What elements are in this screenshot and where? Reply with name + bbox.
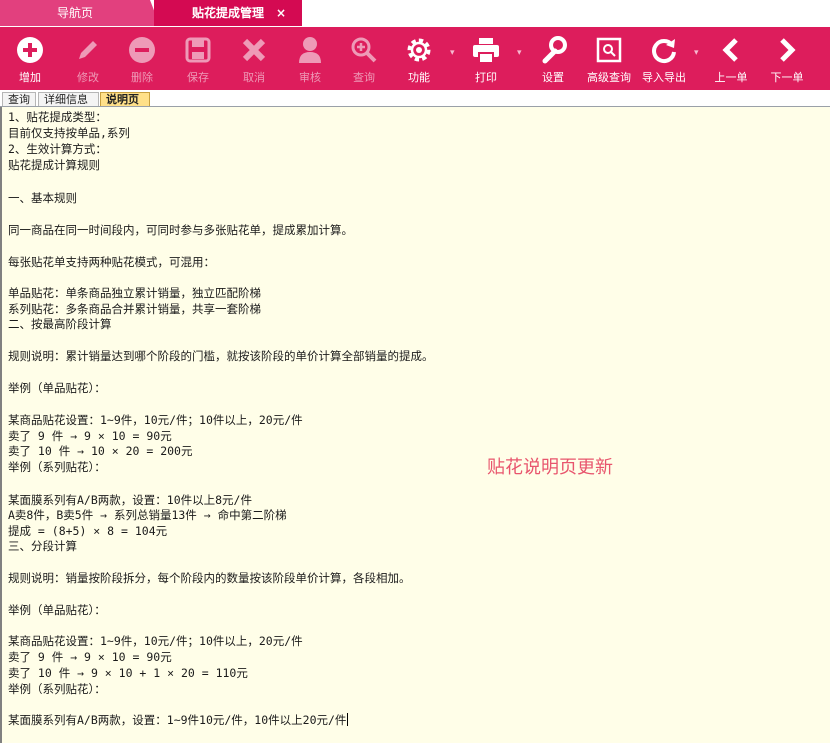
tab-details[interactable]: 详细信息 bbox=[38, 92, 99, 106]
close-tab-icon[interactable]: × bbox=[276, 0, 286, 26]
add-button[interactable]: 增加 bbox=[8, 27, 52, 90]
minus-circle-icon bbox=[120, 33, 164, 67]
description-line: 每张贴花单支持两种贴花模式，可混用： bbox=[8, 255, 215, 269]
chevron-left-icon bbox=[708, 33, 754, 67]
description-line: 规则说明：销量按阶段拆分，每个阶段内的数量按该阶段单价计算，各段相加。 bbox=[8, 571, 411, 585]
floppy-disk-icon bbox=[176, 33, 220, 67]
settings-button-label: 设置 bbox=[542, 71, 564, 84]
advanced-query-button-label: 高级查询 bbox=[587, 71, 631, 84]
tab-query[interactable]: 查询 bbox=[2, 92, 36, 106]
description-line: 同一商品在同一时间段内，可同时参与多张贴花单，提成累加计算。 bbox=[8, 223, 353, 237]
description-line: A卖8件，B卖5件 → 系列总销量13件 → 命中第二阶梯 bbox=[8, 508, 287, 522]
previous-button-label: 上一单 bbox=[714, 71, 748, 84]
description-line: 贴花提成计算规则 bbox=[8, 158, 100, 172]
print-button-label: 打印 bbox=[475, 71, 497, 84]
tab-decal-commission-management[interactable]: 贴花提成管理 × bbox=[154, 0, 302, 26]
printer-icon bbox=[462, 33, 510, 67]
plus-circle-icon bbox=[8, 33, 52, 67]
tab-details-label: 详细信息 bbox=[44, 93, 88, 106]
previous-button[interactable]: 上一单 bbox=[708, 27, 754, 90]
update-notice-text: 贴花说明页更新 bbox=[487, 457, 613, 478]
text-cursor bbox=[347, 713, 349, 726]
image-search-icon bbox=[584, 33, 634, 67]
gear-icon bbox=[396, 33, 442, 67]
function-dropdown-icon[interactable]: ▾ bbox=[450, 48, 456, 58]
function-button[interactable]: 功能 bbox=[396, 27, 442, 90]
tab-label: 贴花提成管理 bbox=[191, 6, 264, 20]
chevron-right-icon bbox=[764, 33, 810, 67]
description-text-editor[interactable]: 贴花说明页更新 1、贴花提成类型： 目前仅支持按单品,系列 2、生效计算方式： 贴花提… bbox=[0, 107, 830, 743]
description-line: 某商品贴花设置：1~9件，10元/件；10件以上，20元/件 bbox=[8, 413, 303, 427]
import-export-button[interactable]: 导入导出 bbox=[640, 27, 688, 90]
user-icon bbox=[288, 33, 332, 67]
main-toolbar: 增加 修改 删除 保存 取消 审核 查询 功能 ▾ 打印 ▾ 设置 高级查询 导… bbox=[0, 27, 830, 90]
refresh-icon bbox=[640, 33, 688, 67]
description-line: 举例（系列贴花）： bbox=[8, 682, 106, 696]
import-export-dropdown-icon[interactable]: ▾ bbox=[694, 48, 700, 58]
tab-label: 导航页 bbox=[56, 6, 93, 20]
description-line: 卖了 10 件 → 10 × 20 = 200元 bbox=[8, 444, 193, 458]
next-button[interactable]: 下一单 bbox=[764, 27, 810, 90]
description-line: 举例（系列贴花）： bbox=[8, 460, 106, 474]
advanced-query-button[interactable]: 高级查询 bbox=[584, 27, 634, 90]
tab-description-page[interactable]: 说明页 bbox=[100, 92, 150, 106]
description-line: 二、按最高阶段计算 bbox=[8, 317, 112, 331]
save-button[interactable]: 保存 bbox=[176, 27, 220, 90]
description-line: 某面膜系列有A/B两款，设置：1~9件10元/件，10件以上20元/件 bbox=[8, 713, 349, 727]
description-line: 目前仅支持按单品,系列 bbox=[8, 126, 130, 140]
description-line: 提成 = (8+5) × 8 = 104元 bbox=[8, 524, 168, 538]
audit-button[interactable]: 审核 bbox=[288, 27, 332, 90]
next-button-label: 下一单 bbox=[770, 71, 804, 84]
print-dropdown-icon[interactable]: ▾ bbox=[517, 48, 523, 58]
description-line: 1、贴花提成类型： bbox=[8, 110, 107, 124]
description-line: 三、分段计算 bbox=[8, 539, 77, 553]
edit-button-label: 修改 bbox=[77, 71, 99, 84]
description-line: 某商品贴花设置：1~9件，10元/件；10件以上，20元/件 bbox=[8, 634, 303, 648]
save-button-label: 保存 bbox=[187, 71, 209, 84]
query-button[interactable]: 查询 bbox=[342, 27, 386, 90]
wrench-icon bbox=[530, 33, 576, 67]
x-mark-icon bbox=[232, 33, 276, 67]
cancel-button[interactable]: 取消 bbox=[232, 27, 276, 90]
audit-button-label: 审核 bbox=[299, 71, 321, 84]
add-button-label: 增加 bbox=[19, 71, 41, 84]
tab-description-label: 说明页 bbox=[106, 93, 139, 106]
description-line: 系列贴花：多条商品合并累计销量，共享一套阶梯 bbox=[8, 302, 261, 316]
tab-navigation-page[interactable]: 导航页 bbox=[0, 0, 150, 26]
function-button-label: 功能 bbox=[408, 71, 430, 84]
description-line: 卖了 9 件 → 9 × 10 = 90元 bbox=[8, 650, 172, 664]
delete-button[interactable]: 删除 bbox=[120, 27, 164, 90]
description-line: 卖了 9 件 → 9 × 10 = 90元 bbox=[8, 429, 172, 443]
description-line: 一、基本规则 bbox=[8, 191, 77, 205]
print-button[interactable]: 打印 bbox=[462, 27, 510, 90]
sub-tab-bar: 查询 详细信息 说明页 bbox=[0, 90, 830, 107]
description-line: 举例（单品贴花）： bbox=[8, 381, 106, 395]
tab-query-label: 查询 bbox=[8, 93, 30, 106]
description-line: 单品贴花：单条商品独立累计销量，独立匹配阶梯 bbox=[8, 286, 261, 300]
import-export-button-label: 导入导出 bbox=[642, 71, 686, 84]
description-line: 2、生效计算方式： bbox=[8, 142, 107, 156]
query-button-label: 查询 bbox=[353, 71, 375, 84]
document-tab-strip: 导航页 贴花提成管理 × bbox=[0, 0, 830, 27]
pencil-icon bbox=[66, 33, 110, 67]
description-line: 卖了 10 件 → 9 × 10 + 1 × 20 = 110元 bbox=[8, 666, 248, 680]
settings-button[interactable]: 设置 bbox=[530, 27, 576, 90]
description-line: 某面膜系列有A/B两款，设置：10件以上8元/件 bbox=[8, 493, 252, 507]
edit-button[interactable]: 修改 bbox=[66, 27, 110, 90]
description-line: 规则说明：累计销量达到哪个阶段的门槛，就按该阶段的单价计算全部销量的提成。 bbox=[8, 349, 434, 363]
cancel-button-label: 取消 bbox=[243, 71, 265, 84]
description-line: 举例（单品贴花）： bbox=[8, 603, 106, 617]
delete-button-label: 删除 bbox=[131, 71, 153, 84]
zoom-in-icon bbox=[342, 33, 386, 67]
